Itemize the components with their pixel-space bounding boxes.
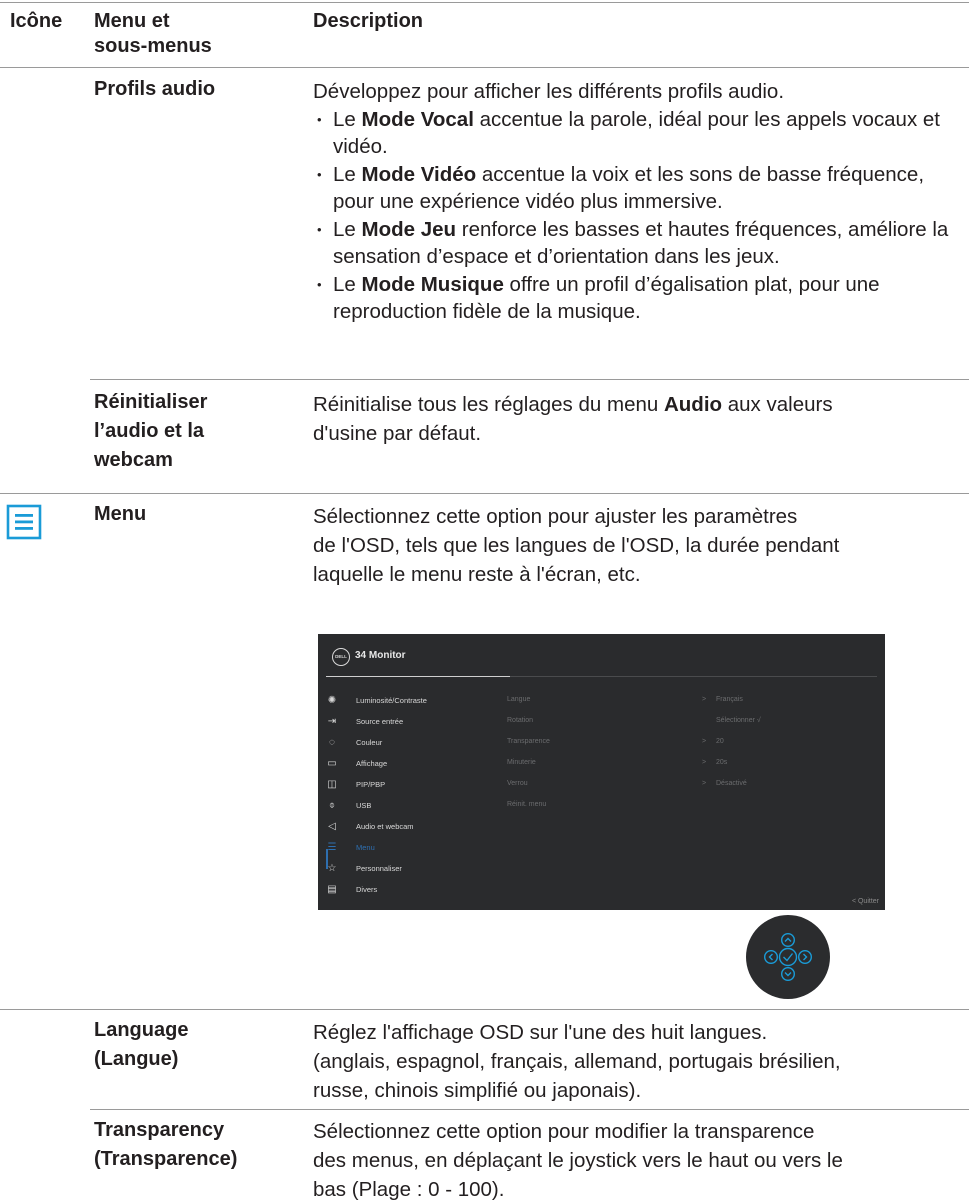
osd-item-others: ▤ Divers xyxy=(327,884,378,895)
osd-item-display: ▭ Affichage xyxy=(327,758,388,769)
osd-sub-language: Langue xyxy=(507,696,531,703)
row-divider xyxy=(90,379,969,380)
osd-menu-screenshot: DELL 34 Monitor ✺ Luminosité/Contraste ⇥ S… xyxy=(318,634,885,910)
menu-list-icon xyxy=(6,504,42,540)
osd-item-brightness: ✺ Luminosité/Contraste xyxy=(327,695,427,706)
joystick-icon xyxy=(746,915,830,999)
chevron-right-icon: > xyxy=(702,738,707,745)
row-desc-menu-line2: de l'OSD, tels que les langues de l'OSD,… xyxy=(313,534,840,557)
osd-sub-reset-menu: Réinit. menu xyxy=(507,801,547,808)
dell-logo: DELL xyxy=(332,648,350,666)
col-header-menu-line2: sous-menus xyxy=(94,35,212,57)
row-desc-language-line1: Réglez l'affichage OSD sur l'une des hui… xyxy=(313,1021,768,1044)
osd-title: 34 Monitor xyxy=(355,650,406,661)
osd-val-transparency: 20 xyxy=(716,738,724,745)
usb-mouse-icon: ⌽ xyxy=(329,800,335,811)
others-icon: ▤ xyxy=(327,884,337,895)
col-header-icon: Icône xyxy=(10,10,63,32)
row-desc-language-line3: russe, chinois simplifié ou japonais). xyxy=(313,1079,642,1102)
row-desc-transparency-line2: des menus, en déplaçant le joystick vers… xyxy=(313,1149,843,1172)
color-palette-icon: ◌ xyxy=(329,737,335,748)
row-name-language-line2: (Langue) xyxy=(94,1048,179,1070)
osd-sub-timer: Minuterie xyxy=(507,759,536,766)
list-item: Le Mode Vidéo accentue la voix et les so… xyxy=(313,161,968,215)
osd-divider xyxy=(510,676,877,677)
table-top-rule xyxy=(0,2,969,3)
row-name-transparency-line1: Transparency xyxy=(94,1119,225,1141)
row-name-reset-audio-line1: Réinitialiser xyxy=(94,391,208,413)
chevron-right-icon: > xyxy=(702,696,707,703)
display-icon: ▭ xyxy=(327,758,337,769)
audio-profiles-list: Le Mode Vocal accentue la parole, idéal … xyxy=(313,106,968,326)
star-icon: ☆ xyxy=(327,863,337,874)
osd-title-underline xyxy=(326,676,510,677)
list-item: Le Mode Musique offre un profil d’égalis… xyxy=(313,271,968,325)
osd-item-color: ◌ Couleur xyxy=(322,736,512,754)
header-divider xyxy=(0,67,969,68)
row-divider xyxy=(0,493,969,494)
row-desc-menu-line1: Sélectionnez cette option pour ajuster l… xyxy=(313,505,798,528)
col-header-menu-line1: Menu et xyxy=(94,10,170,32)
row-desc-transparency-line3: bas (Plage : 0 - 100). xyxy=(313,1178,505,1201)
osd-item-usb: ⌽ USB xyxy=(322,799,512,817)
list-item: Le Mode Jeu renforce les basses et haute… xyxy=(313,216,968,270)
row-desc-transparency-line1: Sélectionnez cette option pour modifier … xyxy=(313,1120,815,1143)
osd-val-timer: 20s xyxy=(716,759,728,766)
osd-item-menu: ☰ Menu xyxy=(327,842,375,853)
row-desc-reset-audio-line1: Réinitialise tous les réglages du menu A… xyxy=(313,393,833,416)
row-name-audio-profiles: Profils audio xyxy=(94,78,216,100)
osd-item-input-source: ⇥ Source entrée xyxy=(327,716,404,727)
input-source-icon: ⇥ xyxy=(327,716,337,727)
col-header-description: Description xyxy=(313,10,424,32)
osd-item-pip: ◫ PIP/PBP xyxy=(327,779,386,790)
row-divider xyxy=(90,1109,969,1110)
chevron-right-icon: > xyxy=(702,759,707,766)
osd-sub-transparency: Transparence xyxy=(507,738,550,745)
row-divider xyxy=(0,1009,969,1010)
menu-icon: ☰ xyxy=(327,842,337,853)
osd-sub-lock: Verrou xyxy=(507,780,528,787)
osd-val-rotation: Sélectionner √ xyxy=(716,717,761,724)
osd-val-lock: Désactivé xyxy=(716,780,747,787)
row-desc-language-line2: (anglais, espagnol, français, allemand, … xyxy=(313,1050,841,1073)
row-desc-audio-profiles: Développez pour afficher les différents … xyxy=(313,80,785,103)
osd-item-personalize: ☆ Personnaliser xyxy=(327,863,402,874)
row-name-reset-audio-line3: webcam xyxy=(94,449,173,471)
row-name-language-line1: Language xyxy=(94,1019,189,1041)
row-desc-reset-audio-line2: d'usine par défaut. xyxy=(313,422,482,445)
osd-quit-label: < Quitter xyxy=(851,898,879,905)
row-desc-menu-line3: laquelle le menu reste à l'écran, etc. xyxy=(313,563,641,586)
osd-val-language: Français xyxy=(716,696,743,703)
speaker-icon: ◁ xyxy=(328,821,336,832)
row-name-reset-audio-line2: l’audio et la xyxy=(94,420,205,442)
list-item: Le Mode Vocal accentue la parole, idéal … xyxy=(313,106,968,160)
osd-sub-rotation: Rotation xyxy=(507,717,534,724)
osd-item-audio: ◁ Audio et webcam xyxy=(322,820,512,838)
chevron-right-icon: > xyxy=(702,780,707,787)
row-name-transparency-line2: (Transparence) xyxy=(94,1148,238,1170)
row-name-menu: Menu xyxy=(94,503,147,525)
brightness-icon: ✺ xyxy=(327,695,337,706)
pip-icon: ◫ xyxy=(327,779,337,790)
